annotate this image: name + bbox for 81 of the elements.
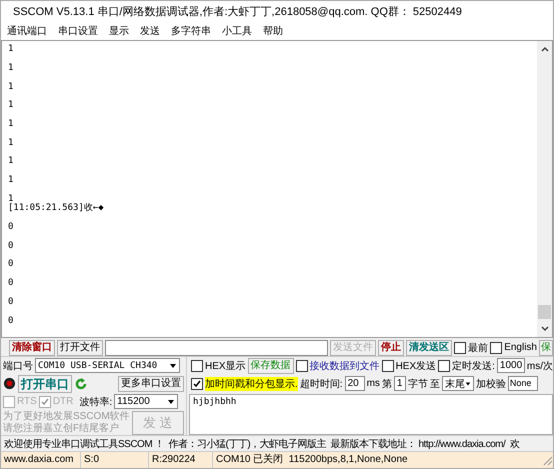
terminal-line: 0 — [8, 316, 14, 326]
clear-send-button[interactable]: 清发送区 — [406, 340, 452, 356]
terminal-line: 0 — [8, 296, 14, 307]
status-field: S:0 — [81, 452, 149, 468]
dropdown-arrow-icon[interactable] — [464, 380, 471, 388]
resize-grip-icon[interactable] — [541, 454, 553, 466]
stop-button[interactable]: 停止 — [378, 340, 404, 356]
terminal-line: 1 — [8, 175, 14, 186]
checkbox-label: HEX发送 — [396, 360, 436, 373]
dropdown-arrow-icon[interactable] — [167, 398, 176, 406]
timeout-label: 超时时间: — [300, 378, 343, 391]
terminal-line: 1 — [8, 100, 14, 110]
terminal-line: 1 — [8, 44, 14, 54]
scrollbar[interactable] — [537, 41, 552, 338]
clear-window-button[interactable]: 清除窗口 — [9, 340, 55, 356]
dropdown-arrow-icon[interactable] — [169, 362, 177, 370]
open-file-button[interactable]: 打开文件 — [57, 340, 103, 356]
terminal-line: 0 — [8, 240, 14, 251]
checkbox-label: HEX显示 — [205, 360, 246, 373]
terminal-line: 1 — [8, 118, 14, 129]
unit-label: ms/次 — [526, 360, 553, 373]
terminal-line: 1 — [8, 156, 14, 166]
baud-dropdown[interactable]: 115200 — [114, 394, 178, 410]
promo-text: 为了更好地发展SSCOM软件 — [3, 411, 130, 422]
save-data-button[interactable]: 保存数据 — [248, 358, 294, 374]
to-dropdown[interactable]: 末尾 — [442, 376, 474, 392]
status-field: COM10 已关闭 115200bps,8,1,None,None — [213, 452, 541, 468]
menu-item[interactable]: 帮助 — [263, 24, 283, 38]
terminal-line: 1 — [8, 62, 14, 73]
checkbox-label: 定时发送: — [452, 360, 495, 373]
terminal-line: 0 — [8, 278, 14, 288]
scroll-thumb[interactable] — [538, 305, 551, 320]
checkbox-label: 最前 — [468, 342, 488, 355]
unit-label: ms — [366, 378, 380, 390]
port-label: 端口号 — [3, 360, 33, 373]
terminal-line: 0 — [8, 222, 14, 232]
terminal-line: 0 — [8, 259, 14, 270]
terminal-line: 1 — [8, 82, 14, 92]
checkbox[interactable] — [454, 342, 466, 354]
terminal-line: 1 — [8, 138, 14, 148]
open-port-button[interactable]: 打开串口 — [18, 374, 72, 393]
status-field: www.daxia.com — [1, 452, 81, 468]
byte-from-field[interactable]: 1 — [394, 376, 406, 392]
checkbox[interactable] — [191, 360, 203, 372]
terminal-line: [11:05:21.563]收←◆ — [8, 203, 104, 214]
menu-item[interactable]: 通讯端口 — [7, 24, 47, 38]
checksum-field[interactable]: None — [508, 376, 538, 392]
checkbox-label: 加时间戳和分包显示. — [205, 376, 298, 391]
checkbox[interactable] — [191, 378, 203, 390]
checkbox-label: English — [504, 342, 537, 354]
checkbox[interactable] — [490, 342, 502, 354]
terminal-line: 1 — [8, 194, 14, 204]
send-text-area[interactable]: hjbjhbhh — [189, 394, 553, 436]
file-path-field[interactable] — [105, 340, 328, 356]
menu-item[interactable]: 多字符串 — [171, 24, 211, 38]
to-label: 至 — [430, 378, 440, 391]
baud-label: 波特率: — [79, 396, 112, 409]
checkbox[interactable] — [382, 360, 394, 372]
menu-item[interactable]: 发送 — [140, 24, 160, 38]
port-dropdown[interactable]: COM10 USB-SERIAL CH340 — [35, 358, 180, 374]
save-button[interactable]: 保 — [539, 340, 553, 356]
marquee-text: 欢迎使用专业串口调试工具SSCOM ！ 作者：习小猛(丁丁)，大虾电子网版主 最新版本下载地址： http://www.daxia.com/ 欢 — [4, 438, 520, 451]
more-settings-button[interactable]: 更多串口设置 — [118, 376, 184, 392]
checksum-label: 加校验 — [476, 378, 506, 391]
checkbox-label: DTR — [52, 396, 74, 408]
checkbox-label: RTS — [17, 396, 37, 408]
window-title: SSCOM V5.13.1 串口/网络数据调试器,作者:大虾丁丁,2618058@qq.com. QQ群： 52502449 — [13, 5, 462, 20]
status-led-icon — [3, 377, 16, 390]
promo-text: 请您注册嘉立创F结尾客户 — [3, 423, 120, 436]
byte-from-label: 第 — [382, 378, 392, 391]
menu-item[interactable]: 显示 — [109, 24, 129, 38]
refresh-icon[interactable] — [74, 376, 88, 391]
timeout-field[interactable]: 20 — [344, 376, 365, 392]
status-field: R:290224 — [149, 452, 213, 468]
checkbox-label: 接收数据到文件 — [310, 360, 380, 373]
menu-item[interactable]: 串口设置 — [58, 24, 98, 38]
menu-item[interactable]: 小工具 — [222, 24, 252, 38]
checkbox[interactable] — [296, 360, 308, 372]
byte-label: 字节 — [408, 378, 428, 391]
interval-field[interactable]: 1000 — [496, 358, 525, 374]
checkbox[interactable] — [438, 360, 450, 372]
